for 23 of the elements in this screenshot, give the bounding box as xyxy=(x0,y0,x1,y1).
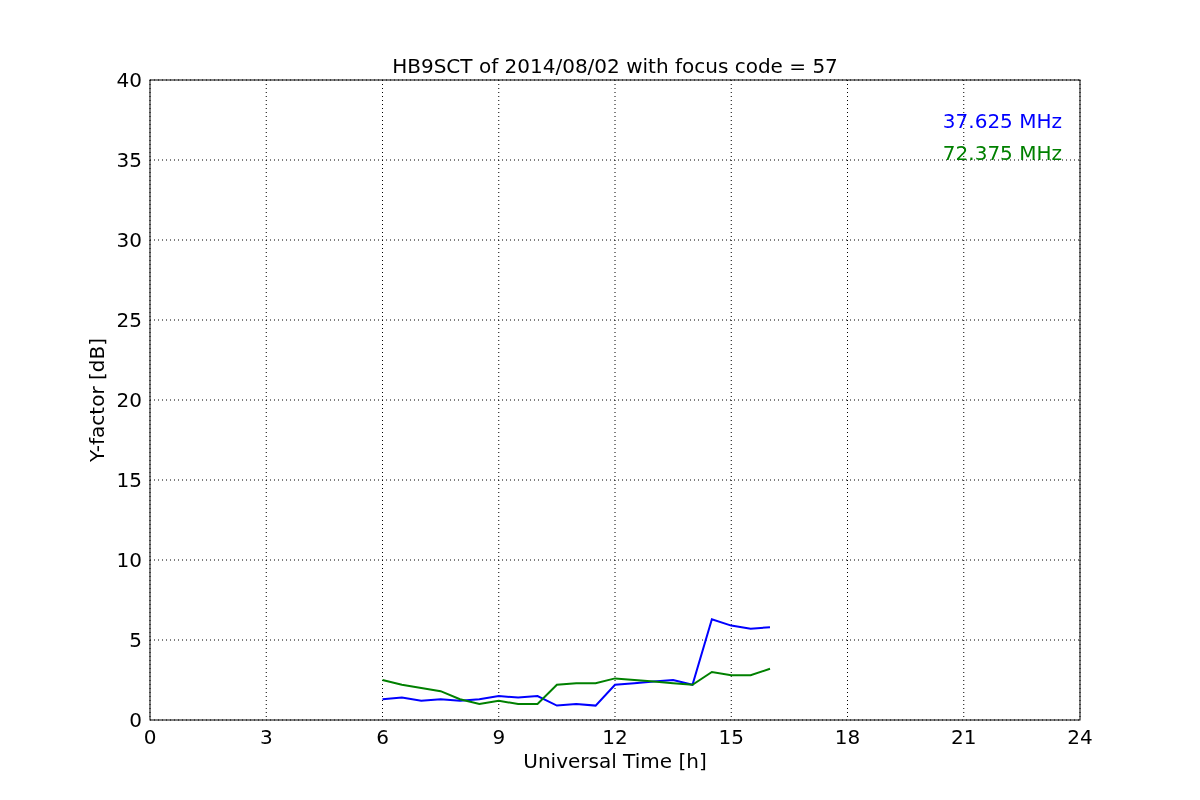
y-tick-label: 0 xyxy=(129,708,142,732)
y-axis-label: Y-factor [dB] xyxy=(85,338,109,462)
legend-label: 37.625 MHz xyxy=(942,109,1062,133)
y-tick-label: 40 xyxy=(116,68,142,92)
x-tick-label: 24 xyxy=(1067,725,1093,749)
x-axis-label: Universal Time [h] xyxy=(523,749,707,773)
x-tick-label: 3 xyxy=(259,725,273,749)
legend-label: 72.375 MHz xyxy=(942,141,1062,165)
y-tick-label: 25 xyxy=(116,308,142,332)
x-tick-label: 12 xyxy=(602,725,628,749)
y-tick-label: 35 xyxy=(116,148,142,172)
x-tick-label: 9 xyxy=(492,725,506,749)
x-tick-label: 15 xyxy=(718,725,744,749)
x-tick-label: 6 xyxy=(376,725,389,749)
x-tick-label: 21 xyxy=(951,725,977,749)
x-tick-label: 0 xyxy=(143,725,157,749)
chart-title: HB9SCT of 2014/08/02 with focus code = 57 xyxy=(392,54,838,78)
y-tick-label: 15 xyxy=(116,468,142,492)
y-tick-label: 5 xyxy=(129,628,142,652)
x-tick-label: 18 xyxy=(834,725,861,749)
y-tick-label: 30 xyxy=(116,228,142,252)
y-tick-label: 20 xyxy=(116,388,142,412)
y-tick-label: 10 xyxy=(116,548,142,572)
